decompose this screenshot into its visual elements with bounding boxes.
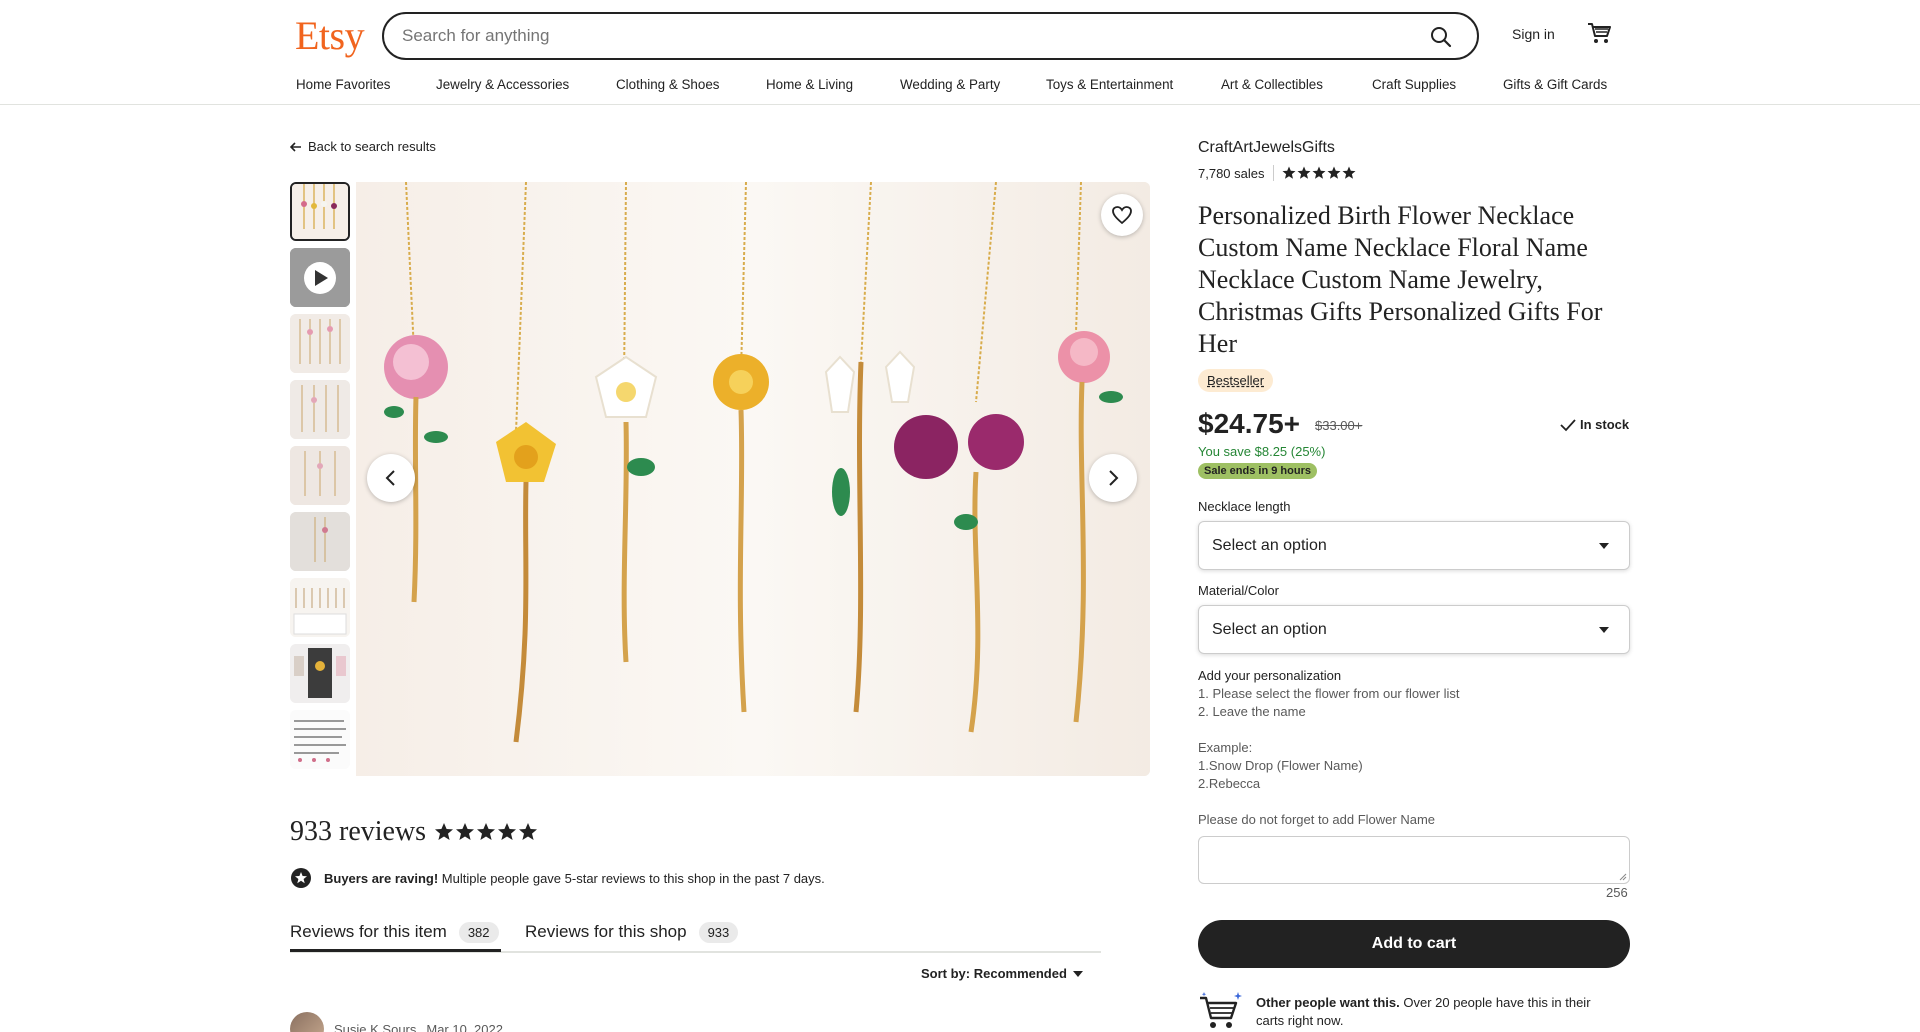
nav-wedding-party[interactable]: Wedding & Party — [900, 77, 1000, 92]
sort-label: Sort by: Recommended — [921, 966, 1067, 981]
etsy-logo[interactable]: Etsy — [295, 12, 365, 59]
original-price: $33.00+ — [1315, 418, 1363, 433]
savings-text: You save $8.25 (25%) — [1198, 444, 1326, 459]
product-title: Personalized Birth Flower Necklace Custo… — [1198, 201, 1603, 358]
cart-sparkle-icon — [1200, 992, 1242, 1028]
thumbnail[interactable] — [290, 512, 350, 571]
previous-image-button[interactable] — [367, 454, 415, 502]
caret-down-icon — [1599, 543, 1609, 549]
nav-clothing-shoes[interactable]: Clothing & Shoes — [616, 77, 719, 92]
reviews-heading: 933 reviews — [290, 816, 427, 847]
character-counter: 256 — [1606, 885, 1628, 900]
personalization-instruction: Example: — [1198, 740, 1253, 755]
tab-reviews-item[interactable]: Reviews for this item 382 — [290, 915, 499, 949]
caret-down-icon — [1599, 627, 1609, 633]
thumbnail[interactable] — [290, 182, 350, 241]
search-icon[interactable] — [1429, 25, 1453, 49]
search-bar[interactable] — [382, 12, 1479, 60]
raving-bold-text: Buyers are raving! — [324, 870, 439, 886]
review-tabs: Reviews for this item 382 Reviews for th… — [290, 915, 1101, 953]
buyers-raving-banner: Buyers are raving! Multiple people gave … — [290, 867, 825, 889]
cart-icon[interactable] — [1586, 20, 1612, 46]
arrow-left-icon — [290, 141, 301, 152]
reviews-rating-stars — [434, 822, 538, 842]
personalization-instruction: 1.Snow Drop (Flower Name) — [1198, 758, 1363, 773]
caret-down-icon — [1072, 970, 1083, 977]
thumbnail[interactable] — [290, 446, 350, 505]
tab-label: Reviews for this shop — [525, 922, 687, 941]
select-value: Select an option — [1212, 536, 1327, 554]
shop-sales-rating: 7,780 sales — [1198, 165, 1358, 181]
nav-gifts-gift-cards[interactable]: Gifts & Gift Cards — [1503, 77, 1607, 92]
thumbnail[interactable] — [290, 644, 350, 703]
personalization-textarea[interactable] — [1198, 836, 1630, 884]
site-header: Etsy Sign in Home Favorites Jewelry & Ac… — [0, 0, 1920, 105]
select-value: Select an option — [1212, 620, 1327, 638]
nav-jewelry-accessories[interactable]: Jewelry & Accessories — [436, 77, 569, 92]
avatar — [290, 1012, 324, 1032]
next-image-button[interactable] — [1089, 454, 1137, 502]
other-people-notice: Other people want this. Over 20 people h… — [1198, 990, 1616, 1032]
chevron-right-icon — [1109, 470, 1119, 486]
chevron-left-icon — [385, 470, 395, 486]
stock-status: In stock — [1560, 417, 1629, 432]
nav-home-living[interactable]: Home & Living — [766, 77, 853, 92]
nav-art-collectibles[interactable]: Art & Collectibles — [1221, 77, 1323, 92]
personalization-instruction: 1. Please select the flower from our flo… — [1198, 686, 1460, 701]
product-price: $24.75+ — [1198, 408, 1300, 439]
reviewer-name[interactable]: Susie K Sours — [334, 1022, 416, 1032]
material-color-label: Material/Color — [1198, 583, 1279, 598]
tab-count-badge: 933 — [698, 921, 739, 943]
necklace-length-label: Necklace length — [1198, 499, 1291, 514]
sales-count: 7,780 sales — [1198, 165, 1265, 181]
tab-label: Reviews for this item — [290, 922, 447, 941]
heart-icon — [1112, 206, 1132, 224]
tab-count-badge: 382 — [458, 921, 499, 943]
back-to-results-link[interactable]: Back to search results — [290, 139, 436, 154]
search-input[interactable] — [402, 14, 1402, 58]
raving-star-badge-icon — [291, 868, 311, 888]
shop-name-link[interactable]: CraftArtJewelsGifts — [1198, 139, 1335, 157]
active-tab-indicator — [290, 949, 501, 952]
star-rating-icon — [435, 823, 537, 840]
sign-in-link[interactable]: Sign in — [1512, 26, 1555, 42]
raving-text: Multiple people gave 5-star reviews to t… — [438, 870, 825, 886]
sort-dropdown[interactable]: Sort by: Recommended — [921, 966, 1083, 981]
review-date: Mar 10, 2022 — [426, 1021, 503, 1032]
nav-toys-entertainment[interactable]: Toys & Entertainment — [1046, 77, 1173, 92]
video-thumbnail[interactable] — [290, 248, 350, 307]
divider — [1272, 165, 1274, 181]
nav-home-favorites[interactable]: Home Favorites — [296, 77, 391, 92]
tab-reviews-shop[interactable]: Reviews for this shop 933 — [525, 915, 739, 949]
back-link-label: Back to search results — [308, 139, 436, 154]
product-main-image[interactable] — [356, 182, 1150, 776]
star-rating-icon[interactable] — [1282, 166, 1358, 180]
favorite-button[interactable] — [1101, 194, 1143, 236]
personalization-instruction: 2.Rebecca — [1198, 776, 1261, 791]
nav-craft-supplies[interactable]: Craft Supplies — [1372, 77, 1456, 92]
personalization-instruction: Please do not forget to add Flower Name — [1198, 812, 1436, 827]
thumbnail[interactable] — [290, 578, 350, 637]
review-author-row: Susie K Sours Mar 10, 2022 — [290, 1012, 503, 1032]
stock-label: In stock — [1580, 417, 1630, 432]
thumbnail[interactable] — [290, 380, 350, 439]
necklace-length-select[interactable]: Select an option — [1198, 521, 1630, 570]
add-to-cart-button[interactable]: Add to cart — [1198, 920, 1630, 968]
other-people-bold: Other people want this. — [1256, 995, 1400, 1010]
personalization-instruction: 2. Leave the name — [1198, 704, 1306, 719]
thumbnail[interactable] — [290, 710, 350, 769]
resize-handle-icon[interactable] — [1619, 873, 1627, 881]
thumbnail[interactable] — [290, 314, 350, 373]
personalization-label: Add your personalization — [1198, 668, 1342, 683]
checkmark-icon — [1560, 418, 1576, 431]
bestseller-badge[interactable]: Bestseller — [1198, 369, 1274, 392]
sale-ends-badge: Sale ends in 9 hours — [1198, 463, 1317, 479]
material-color-select[interactable]: Select an option — [1198, 605, 1630, 654]
